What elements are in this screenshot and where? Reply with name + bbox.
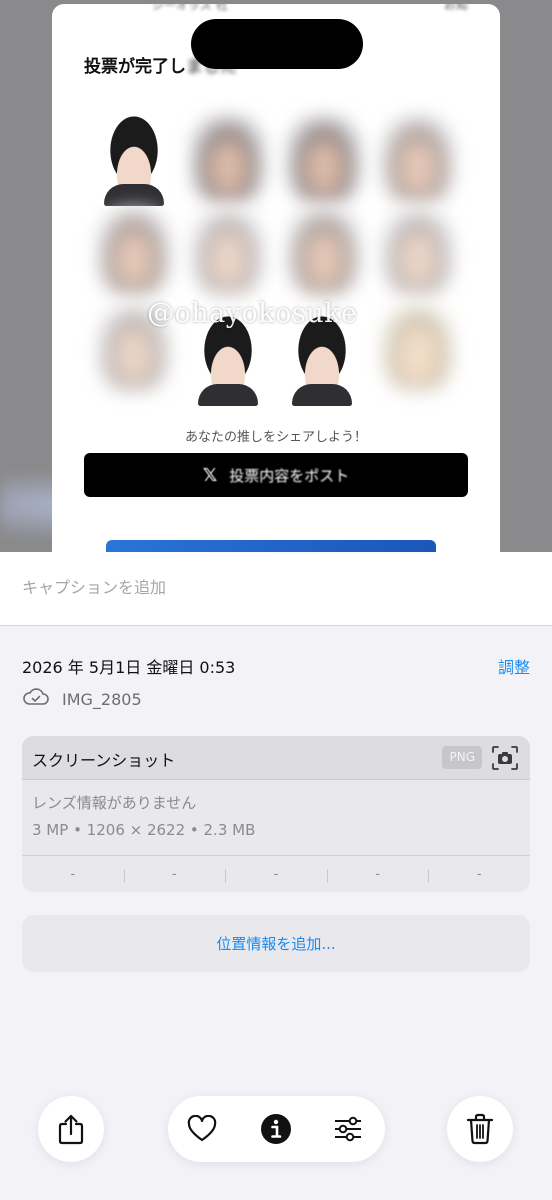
share-button[interactable]	[38, 1096, 104, 1162]
lens-info: レンズ情報がありません	[32, 794, 197, 812]
screenshot-content: シーオッズ 社 お知 投票が完了しました @ohayokosuke あなたの推し…	[52, 4, 500, 552]
share-icon	[58, 1114, 84, 1145]
candidate-photo-blurred	[192, 116, 264, 202]
exif-aperture: -	[326, 867, 429, 883]
top-peek-text: シーオッズ 社 お知	[152, 4, 468, 12]
sliders-icon	[335, 1116, 361, 1142]
candidate-photo-blurred	[288, 116, 360, 202]
candidate-photo	[98, 116, 170, 206]
post-vote-label: 投票内容をポスト	[229, 466, 350, 485]
candidate-photo-blurred	[192, 208, 264, 294]
post-vote-button: 𝕏 投票内容をポスト	[84, 453, 468, 497]
candidate-photo-blurred	[288, 208, 360, 294]
info-button[interactable]	[256, 1109, 296, 1149]
share-hint-text: あなたの推しをシェアしよう！	[184, 430, 367, 445]
caption-input[interactable]	[22, 578, 522, 597]
caption-row	[0, 552, 552, 626]
candidate-photo-blurred	[382, 116, 454, 202]
edit-button[interactable]	[328, 1109, 368, 1149]
camera-viewfinder-icon[interactable]	[490, 744, 520, 772]
exif-exposure: -	[225, 867, 327, 883]
exif-shutter: -	[428, 867, 530, 883]
photo-filename: IMG_2805	[62, 690, 142, 709]
blue-banner	[106, 540, 436, 552]
candidate-photo-blurred	[382, 304, 454, 390]
candidate-photo-blurred	[98, 208, 170, 294]
format-badge: PNG	[442, 746, 482, 769]
watermark-text: @ohayokosuke	[147, 298, 358, 329]
metadata-header: スクリーンショット PNG	[22, 736, 530, 780]
vote-complete-title-text: 投票が完了し	[84, 57, 186, 77]
trash-icon	[466, 1113, 494, 1145]
exif-focal-length: -	[123, 867, 226, 883]
photo-preview[interactable]: シーオッズ 社 お知 投票が完了しました @ohayokosuke あなたの推し…	[0, 0, 552, 552]
x-logo-icon: 𝕏	[202, 464, 218, 486]
photo-actions-bar	[168, 1096, 385, 1162]
photo-datetime: 2026 年 5月1日 金曜日 0:53	[22, 658, 236, 677]
dynamic-island	[191, 19, 363, 69]
adjust-datetime-button[interactable]: 調整	[498, 654, 530, 678]
heart-icon	[187, 1115, 217, 1142]
info-icon	[261, 1114, 291, 1144]
candidate-photo-blurred	[382, 208, 454, 294]
add-location-button[interactable]: 位置情報を追加...	[22, 915, 530, 972]
metadata-title: スクリーンショット	[32, 751, 176, 770]
delete-button[interactable]	[447, 1096, 513, 1162]
metadata-card: スクリーンショット PNG レンズ情報がありません 3 MP • 1206 × …	[22, 736, 530, 892]
icloud-check-icon	[23, 688, 49, 705]
exif-iso: -	[70, 866, 76, 882]
favorite-button[interactable]	[182, 1109, 222, 1149]
image-specs: 3 MP • 1206 × 2622 • 2.3 MB	[32, 821, 256, 839]
exif-row: - - - - -	[22, 855, 530, 892]
